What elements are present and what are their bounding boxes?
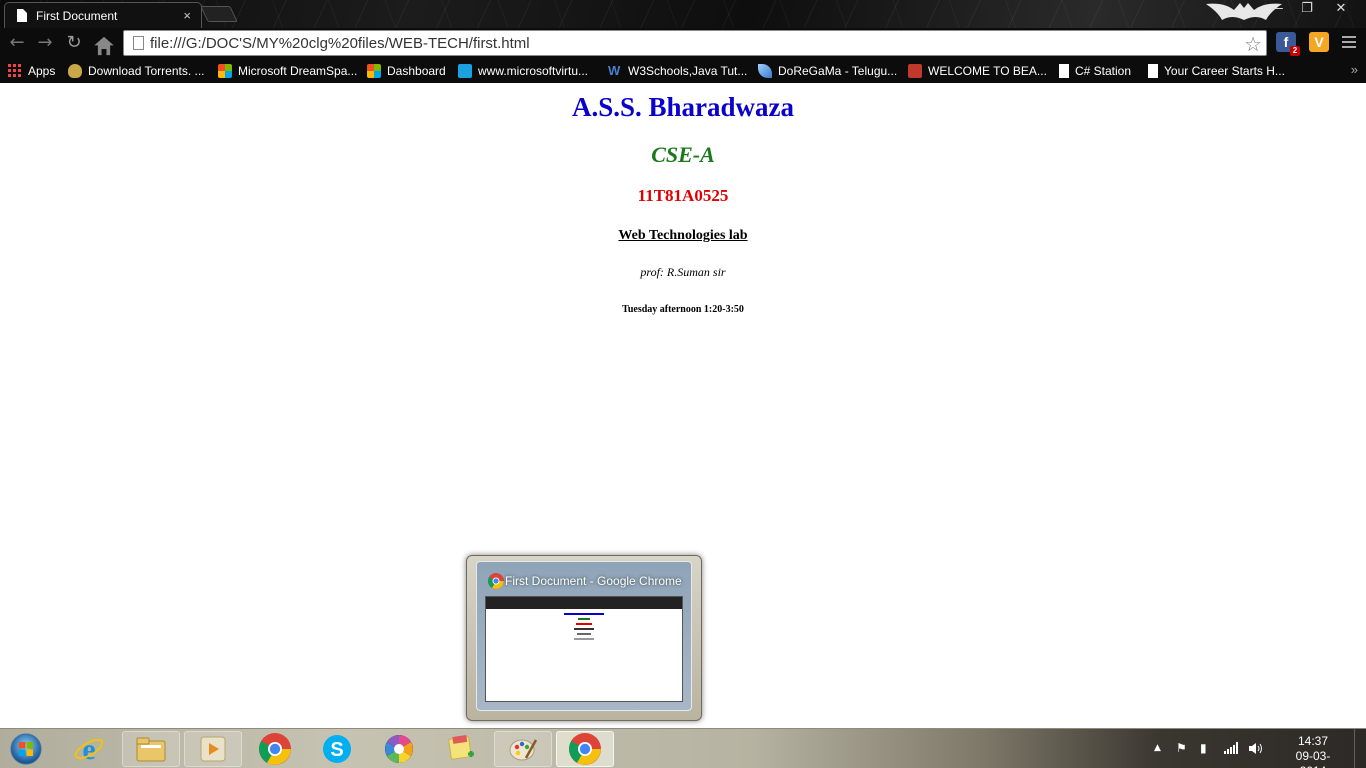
back-arrow-icon[interactable]: ← xyxy=(6,32,28,54)
bookmark-label: Apps xyxy=(28,63,56,78)
bookmark-doregama[interactable]: DoReGaMa - Telugu... xyxy=(758,62,897,79)
more-bookmarks-chevron-icon[interactable]: » xyxy=(1351,62,1358,77)
apps-grid-icon xyxy=(8,64,21,77)
bookmark-label: C# Station xyxy=(1075,63,1132,78)
bookmark-your-career[interactable]: Your Career Starts H... xyxy=(1148,62,1285,79)
taskbar-internet-explorer[interactable]: e xyxy=(60,731,118,767)
picasa-icon xyxy=(385,735,413,763)
show-hidden-icons-arrow-icon[interactable]: ▲ xyxy=(1154,743,1161,753)
bookmark-download-torrents[interactable]: Download Torrents. ... xyxy=(68,62,205,79)
bookmark-microsoftvirtual[interactable]: www.microsoftvirtu... xyxy=(458,62,588,79)
file-explorer-icon xyxy=(136,737,166,762)
preview-title: First Document - Google Chrome xyxy=(505,574,682,588)
shield-icon xyxy=(68,63,82,78)
taskbar-sticky-notes[interactable] xyxy=(432,731,490,767)
windows-logo-icon xyxy=(218,63,232,78)
v-extension-icon[interactable]: V xyxy=(1309,32,1329,52)
paint-icon xyxy=(509,739,538,761)
network-signal-icon[interactable] xyxy=(1224,742,1238,754)
bookmark-microsoft-dreamspark[interactable]: Microsoft DreamSpa... xyxy=(218,62,357,79)
tab-first-document[interactable]: First Document × xyxy=(4,2,202,28)
professor-name: prof: R.Suman sir xyxy=(640,265,726,279)
chrome-icon xyxy=(569,733,601,765)
skype-icon: S xyxy=(323,735,351,763)
page-icon xyxy=(1148,63,1158,78)
bookmark-dashboard[interactable]: Dashboard xyxy=(367,62,446,79)
internet-explorer-icon: e xyxy=(74,733,104,765)
start-button-windows-orb-icon[interactable] xyxy=(6,732,46,766)
minimize-button[interactable]: — xyxy=(1262,0,1292,18)
bookmark-label: www.microsoftvirtu... xyxy=(478,63,589,78)
address-text: file:///G:/DOC'S/MY%20clg%20files/WEB-TE… xyxy=(150,34,530,52)
lab-timing: Tuesday afternoon 1:20-3:50 xyxy=(622,304,744,315)
bookmark-label: Your Career Starts H... xyxy=(1164,63,1285,78)
close-window-button[interactable]: ✕ xyxy=(1326,0,1356,18)
page-icon xyxy=(133,36,144,50)
taskbar-media-player[interactable] xyxy=(184,731,242,767)
power-plug-icon[interactable]: ▮ xyxy=(1200,741,1207,755)
clock-date: 09-03-2014 xyxy=(1295,749,1331,768)
system-clock[interactable]: 14:37 09-03-2014 xyxy=(1283,734,1343,768)
bookmark-label: Microsoft DreamSpa... xyxy=(238,63,358,78)
facebook-letter: f xyxy=(1283,34,1289,50)
bookmark-label: WELCOME TO BEA... xyxy=(928,63,1047,78)
taskbar-paint[interactable] xyxy=(494,731,552,767)
w3schools-icon: W xyxy=(608,62,621,78)
home-icon[interactable] xyxy=(93,35,115,57)
show-desktop-button[interactable] xyxy=(1354,729,1366,768)
bookmark-csharp-station[interactable]: C# Station xyxy=(1059,62,1131,79)
address-bar[interactable]: file:///G:/DOC'S/MY%20clg%20files/WEB-TE… xyxy=(123,30,1267,56)
bookmark-star-icon[interactable]: ☆ xyxy=(1244,32,1262,57)
taskbar-thumbnail-preview[interactable]: First Document - Google Chrome xyxy=(466,555,702,721)
taskbar-skype[interactable]: S xyxy=(308,731,366,767)
mva-icon xyxy=(458,63,472,78)
forward-arrow-icon[interactable]: → xyxy=(34,32,56,54)
clock-time: 14:37 xyxy=(1297,734,1329,748)
taskbar-chrome[interactable] xyxy=(246,731,304,767)
bookmark-w3schools[interactable]: W W3Schools,Java Tut... xyxy=(608,62,747,79)
roll-number-heading: 11T81A0525 xyxy=(637,186,729,205)
taskbar-chrome-active[interactable] xyxy=(556,731,614,767)
window-titlebar: First Document × — ❐ ✕ xyxy=(0,0,1366,28)
preview-frame: First Document - Google Chrome xyxy=(476,561,692,711)
branch-heading: CSE-A xyxy=(651,142,715,167)
notification-badge: 2 xyxy=(1290,46,1300,56)
media-player-icon xyxy=(200,736,226,762)
svg-text:e: e xyxy=(82,733,95,765)
chrome-icon xyxy=(488,573,504,589)
bookmark-apps[interactable]: Apps xyxy=(8,62,55,79)
facebook-extension-icon[interactable]: f 2 xyxy=(1276,32,1300,56)
bookmark-label: Dashboard xyxy=(387,63,446,78)
volume-speaker-icon[interactable] xyxy=(1248,742,1264,755)
page-icon xyxy=(1059,63,1069,78)
tab-title: First Document xyxy=(36,8,118,23)
chrome-icon xyxy=(259,733,291,765)
lab-title: Web Technologies lab xyxy=(618,228,748,243)
bookmark-label: W3Schools,Java Tut... xyxy=(628,63,748,78)
preview-page-snapshot xyxy=(485,596,683,702)
svg-text:S: S xyxy=(330,739,343,761)
taskbar-picasa[interactable] xyxy=(370,731,428,767)
bea-icon xyxy=(908,63,922,78)
sticky-note-icon xyxy=(448,735,474,760)
action-center-flag-icon[interactable]: ⚑ xyxy=(1176,741,1187,755)
windows-logo-icon xyxy=(367,63,381,78)
reload-icon[interactable]: ↻ xyxy=(63,32,85,54)
student-name-heading: A.S.S. Bharadwaza xyxy=(571,92,795,122)
browser-toolbar: ← → ↻ file:///G:/DOC'S/MY%20clg%20files/… xyxy=(0,28,1366,58)
windows-taskbar: e S ▲ ⚑ ▮ 14:37 09-03- xyxy=(0,728,1366,768)
feather-icon xyxy=(758,63,772,78)
bookmark-label: Download Torrents. ... xyxy=(88,63,205,78)
document-icon xyxy=(17,9,27,22)
tab-close-icon[interactable]: × xyxy=(183,8,191,23)
taskbar-file-explorer[interactable] xyxy=(122,731,180,767)
bookmarks-bar: Apps Download Torrents. ... Microsoft Dr… xyxy=(0,58,1366,83)
restore-button[interactable]: ❐ xyxy=(1292,0,1322,18)
chrome-menu-icon[interactable] xyxy=(1342,36,1356,51)
new-tab-button[interactable] xyxy=(200,6,238,22)
bookmark-label: DoReGaMa - Telugu... xyxy=(778,63,898,78)
bookmark-welcome-bea[interactable]: WELCOME TO BEA... xyxy=(908,62,1047,79)
